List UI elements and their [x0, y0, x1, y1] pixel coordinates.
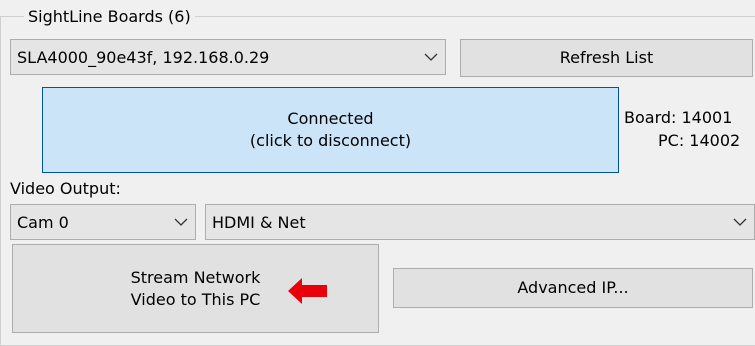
advanced-ip-button[interactable]: Advanced IP... — [393, 268, 753, 308]
board-select[interactable]: SLA4000_90e43f, 192.168.0.29 — [10, 39, 446, 75]
camera-select-value: Cam 0 — [17, 212, 69, 232]
refresh-list-label: Refresh List — [559, 48, 654, 67]
arrow-left-icon — [288, 278, 328, 308]
camera-select[interactable]: Cam 0 — [10, 204, 196, 240]
stream-button-line2: Video to This PC — [130, 289, 261, 309]
advanced-ip-label: Advanced IP... — [517, 278, 629, 297]
chevron-down-icon — [726, 205, 754, 239]
pc-port-label: PC: 14002 — [658, 131, 741, 150]
stream-button-line1: Stream Network — [130, 267, 261, 287]
chevron-down-icon — [417, 40, 445, 74]
connect-status-line2: (click to disconnect) — [249, 131, 412, 150]
connect-toggle-button[interactable]: Connected (click to disconnect) — [42, 87, 619, 173]
video-output-label: Video Output: — [10, 179, 121, 198]
output-mode-select[interactable]: HDMI & Net — [205, 204, 755, 240]
board-port-label: Board: 14001 — [624, 108, 733, 127]
output-mode-value: HDMI & Net — [212, 212, 306, 232]
board-select-value: SLA4000_90e43f, 192.168.0.29 — [17, 47, 270, 67]
chevron-down-icon — [167, 205, 195, 239]
refresh-list-button[interactable]: Refresh List — [460, 39, 753, 77]
connect-status-line1: Connected — [287, 109, 374, 128]
group-title: SightLine Boards (6) — [24, 6, 195, 28]
